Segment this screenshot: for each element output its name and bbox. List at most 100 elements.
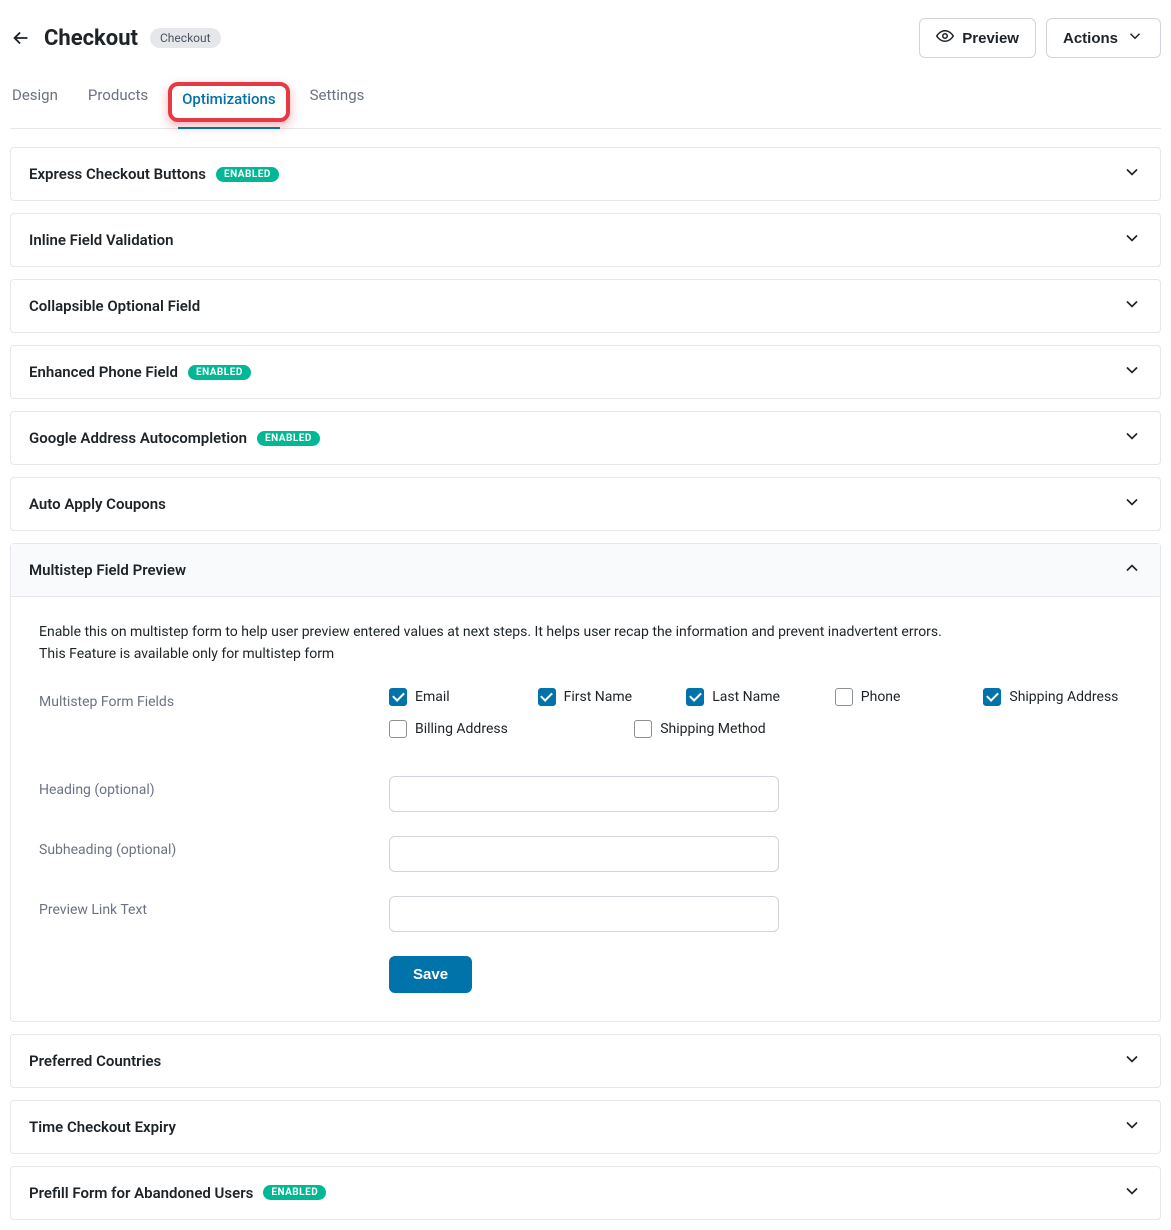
page-header: Checkout Checkout Preview Actions [10, 10, 1161, 76]
panel: Multistep Field Preview Enable this on mu… [10, 543, 1161, 1022]
preview-button-label: Preview [962, 30, 1019, 47]
check-item: First Name [538, 688, 687, 706]
panel-title: Inline Field Validation [29, 231, 174, 249]
check-item: Last Name [686, 688, 835, 706]
checkbox-email[interactable] [389, 688, 407, 706]
panel-header[interactable]: Enhanced Phone FieldENABLED [11, 346, 1160, 398]
check-label: Last Name [712, 689, 780, 705]
checkbox-shipping-address[interactable] [983, 688, 1001, 706]
form-row: Subheading (optional) [39, 836, 1132, 872]
panel: Collapsible Optional Field [10, 279, 1161, 333]
tab-design[interactable]: Design [12, 76, 58, 128]
header-left: Checkout Checkout [10, 26, 221, 51]
actions-button[interactable]: Actions [1046, 18, 1161, 58]
check-item: Shipping Method [634, 720, 879, 738]
panel-header[interactable]: Time Checkout Expiry [11, 1101, 1160, 1153]
chevron-down-icon [1122, 162, 1142, 186]
save-button[interactable]: Save [389, 956, 472, 993]
chevron-down-icon [1122, 1115, 1142, 1139]
panel-title: Prefill Form for Abandoned Users [29, 1184, 253, 1202]
tab-optimizations[interactable]: Optimizations [178, 76, 280, 128]
panel-header[interactable]: Collapsible Optional Field [11, 280, 1160, 332]
panel-body: Enable this on multistep form to help us… [11, 597, 1160, 1021]
enabled-badge: ENABLED [188, 365, 251, 380]
chevron-down-icon [1122, 1181, 1142, 1205]
check-label: Phone [861, 689, 901, 705]
chevron-down-icon [1122, 360, 1142, 384]
back-arrow-icon[interactable] [10, 27, 32, 49]
check-item: Billing Address [389, 720, 634, 738]
chevron-up-icon [1122, 558, 1142, 582]
check-item: Shipping Address [983, 688, 1132, 706]
panel-header[interactable]: Inline Field Validation [11, 214, 1160, 266]
panel-header[interactable]: Prefill Form for Abandoned Users ENABLED [11, 1167, 1160, 1219]
check-item: Email [389, 688, 538, 706]
panel-header-left: Prefill Form for Abandoned Users ENABLED [29, 1184, 326, 1202]
form-label: Subheading (optional) [39, 836, 389, 872]
panel-title: Time Checkout Expiry [29, 1118, 176, 1136]
form-row: Heading (optional) [39, 776, 1132, 812]
check-label: Billing Address [415, 721, 508, 737]
panel-header[interactable]: Preferred Countries [11, 1035, 1160, 1087]
panel: Enhanced Phone FieldENABLED [10, 345, 1161, 399]
panel-title: Auto Apply Coupons [29, 495, 166, 513]
eye-icon [936, 27, 954, 49]
form-label: Heading (optional) [39, 776, 389, 812]
panel: Express Checkout Buttons ENABLED [10, 147, 1161, 201]
checkbox-shipping-method[interactable] [634, 720, 652, 738]
panel-header-left: Preferred Countries [29, 1052, 161, 1070]
panel: Google Address AutocompletionENABLED [10, 411, 1161, 465]
check-label: Shipping Method [660, 721, 765, 737]
checkbox-phone[interactable] [835, 688, 853, 706]
tab-products[interactable]: Products [88, 76, 148, 128]
panel-header-left: Google Address AutocompletionENABLED [29, 429, 320, 447]
chevron-down-icon [1122, 1049, 1142, 1073]
chevron-down-icon [1122, 492, 1142, 516]
form-control [389, 896, 1132, 932]
panel-title: Express Checkout Buttons [29, 165, 206, 183]
heading-input[interactable] [389, 776, 779, 812]
chevron-down-icon [1122, 228, 1142, 252]
save-row: Save [389, 956, 1132, 993]
panel: Preferred Countries [10, 1034, 1161, 1088]
panel-description: Enable this on multistep form to help us… [39, 621, 1132, 666]
form-control [389, 776, 1132, 812]
panel-header[interactable]: Multistep Field Preview [11, 544, 1160, 597]
enabled-badge: ENABLED [263, 1185, 326, 1200]
checkbox-billing-address[interactable] [389, 720, 407, 738]
enabled-badge: ENABLED [216, 167, 279, 182]
checkbox-first-name[interactable] [538, 688, 556, 706]
panel-header[interactable]: Auto Apply Coupons [11, 478, 1160, 530]
panel-header-left: Collapsible Optional Field [29, 297, 200, 315]
form-control [389, 836, 1132, 872]
chevron-down-icon [1126, 27, 1144, 49]
page-title: Checkout [44, 26, 138, 51]
panel: Inline Field Validation [10, 213, 1161, 267]
tab-settings[interactable]: Settings [310, 76, 365, 128]
check-label: Email [415, 689, 450, 705]
panel-list: Express Checkout Buttons ENABLED Inline Fi… [10, 147, 1161, 1220]
check-item: Phone [835, 688, 984, 706]
chevron-down-icon [1122, 426, 1142, 450]
form-row: Preview Link Text [39, 896, 1132, 932]
panel-header[interactable]: Express Checkout Buttons ENABLED [11, 148, 1160, 200]
fields-label: Multistep Form Fields [39, 688, 389, 752]
form-row-fields: Multistep Form Fields Email First Name Last… [39, 688, 1132, 752]
panel-title: Preferred Countries [29, 1052, 161, 1070]
chevron-down-icon [1122, 294, 1142, 318]
checkbox-last-name[interactable] [686, 688, 704, 706]
tab-bar: Design Products Optimizations Settings [10, 76, 1161, 129]
check-label: Shipping Address [1009, 689, 1118, 705]
panel-header[interactable]: Google Address AutocompletionENABLED [11, 412, 1160, 464]
panel: Prefill Form for Abandoned Users ENABLED [10, 1166, 1161, 1220]
form-label: Preview Link Text [39, 896, 389, 932]
subheading-input[interactable] [389, 836, 779, 872]
panel: Auto Apply Coupons [10, 477, 1161, 531]
panel-header-left: Inline Field Validation [29, 231, 174, 249]
panel-title: Multistep Field Preview [29, 561, 186, 579]
preview-link-text-input[interactable] [389, 896, 779, 932]
preview-button[interactable]: Preview [919, 18, 1036, 58]
context-badge: Checkout [150, 28, 221, 48]
panel-header-left: Express Checkout Buttons ENABLED [29, 165, 279, 183]
panel-title: Collapsible Optional Field [29, 297, 200, 315]
